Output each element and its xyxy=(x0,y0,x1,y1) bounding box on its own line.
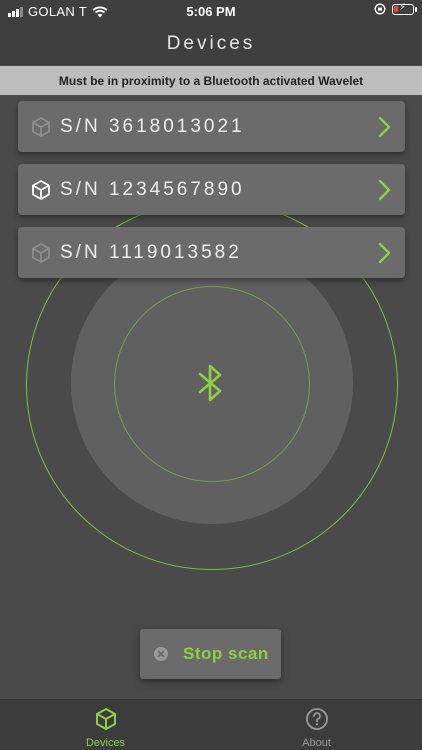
question-icon xyxy=(306,708,328,730)
proximity-notice: Must be in proximity to a Bluetooth acti… xyxy=(0,66,422,95)
orientation-lock-icon xyxy=(374,3,386,15)
tab-devices-label: Devices xyxy=(85,737,126,749)
device-serial: S/N 1119013582 xyxy=(60,241,242,263)
status-bar: GOLAN T 5:06 PM ⚡ xyxy=(0,0,422,24)
status-time: 5:06 PM xyxy=(186,4,236,19)
tab-about[interactable]: About xyxy=(211,700,422,750)
chevron-right-icon xyxy=(378,116,391,138)
tab-devices[interactable]: Devices xyxy=(0,700,211,750)
cube-icon xyxy=(32,116,50,137)
stop-scan-button[interactable]: Stop scan xyxy=(140,629,281,679)
stop-scan-label: Stop scan xyxy=(183,644,269,663)
device-row[interactable]: S/N 1119013582 xyxy=(18,227,405,278)
device-serial: S/N 3618013021 xyxy=(60,115,245,137)
close-circle-icon xyxy=(154,647,168,661)
device-row[interactable]: S/N 1234567890 xyxy=(18,164,405,215)
status-right: ⚡ xyxy=(374,2,417,15)
chevron-right-icon xyxy=(378,242,391,264)
cube-icon xyxy=(32,242,50,263)
device-row[interactable]: S/N 3618013021 xyxy=(18,101,405,152)
page-title: Devices xyxy=(166,33,256,54)
tab-bar: Devices About xyxy=(0,699,422,750)
battery-icon: ⚡ xyxy=(392,2,417,15)
tab-about-label: About xyxy=(302,737,331,749)
cube-icon xyxy=(96,708,116,730)
cube-icon xyxy=(32,179,50,200)
chevron-right-icon xyxy=(378,179,391,201)
device-serial: S/N 1234567890 xyxy=(60,178,245,200)
bluetooth-icon xyxy=(198,364,222,402)
